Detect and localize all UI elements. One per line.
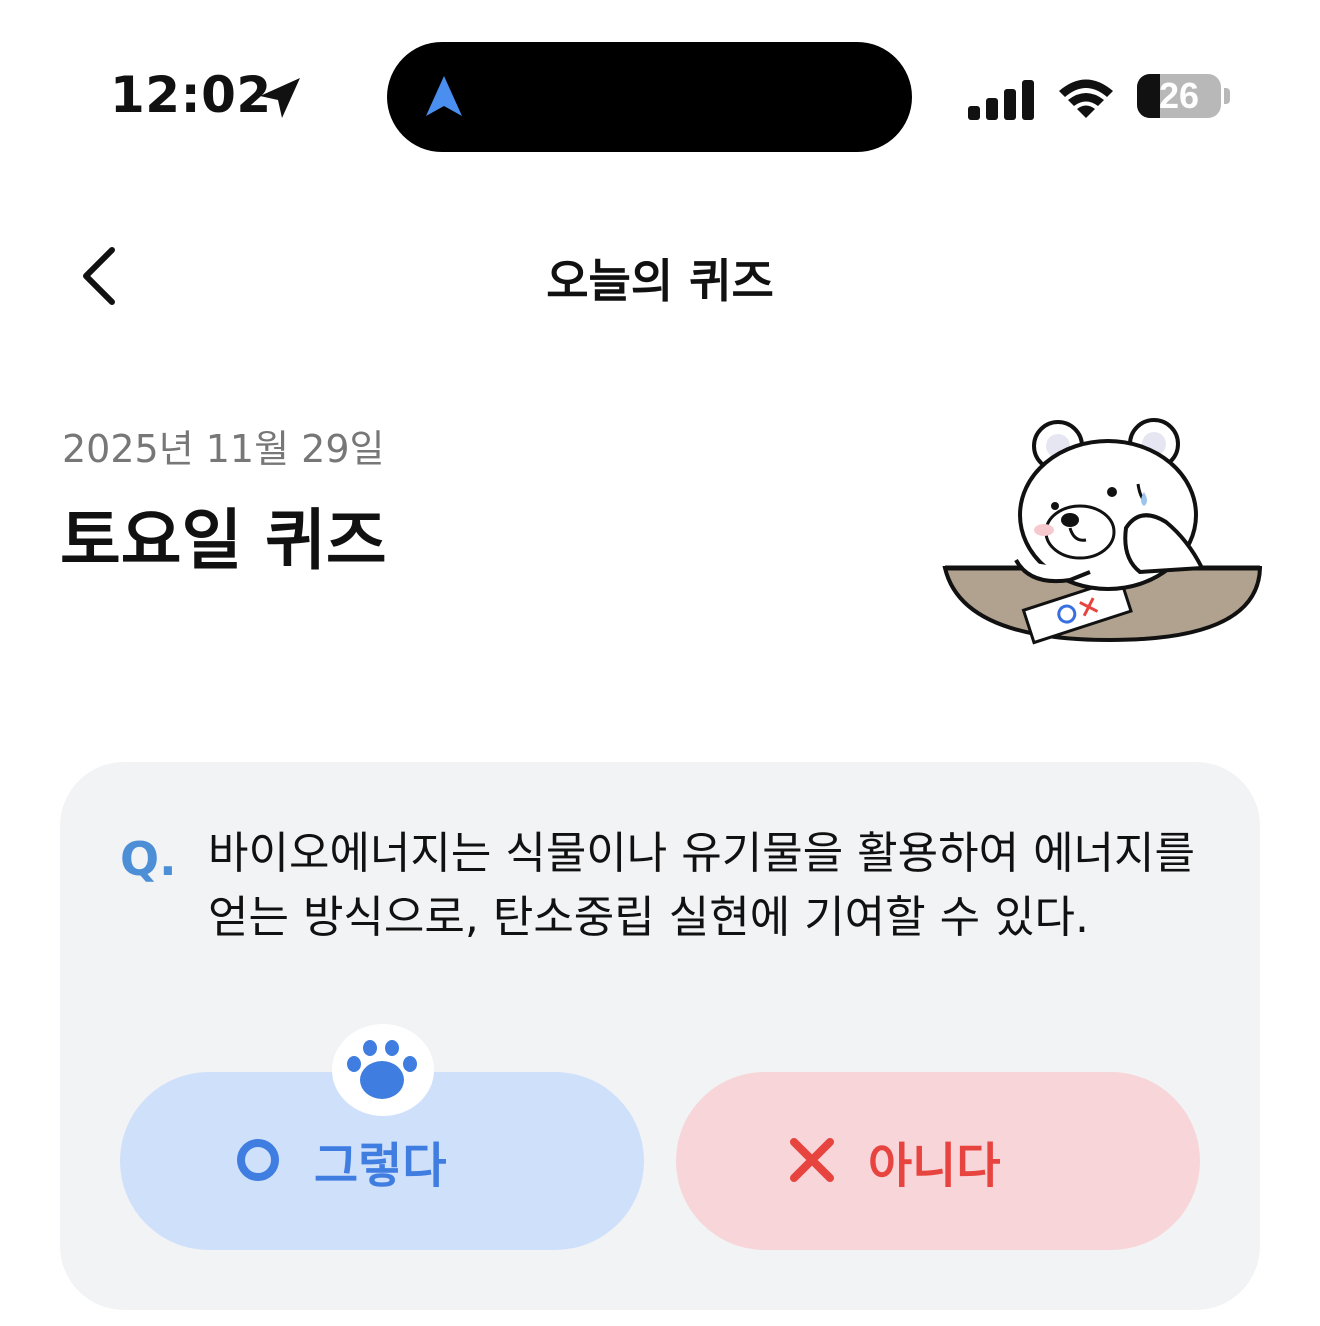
paw-icon xyxy=(332,1024,434,1116)
battery-icon: 26 xyxy=(1137,74,1221,118)
bear-illustration xyxy=(942,418,1263,645)
battery-percent: 26 xyxy=(1158,75,1200,116)
location-arrow-icon xyxy=(260,78,300,118)
status-time: 12:02 xyxy=(110,66,272,124)
circle-o-icon xyxy=(237,1139,279,1181)
page-title: 오늘의 퀴즈 xyxy=(546,254,774,308)
signal-icon xyxy=(968,80,1034,120)
battery-cap xyxy=(1224,88,1230,104)
navigation-icon xyxy=(426,76,462,116)
wifi-icon xyxy=(1059,79,1113,118)
answer-yes-label: 그렇다 xyxy=(314,1138,447,1194)
quiz-date: 2025년 11월 29일 xyxy=(62,427,385,471)
answer-no-label: 아니다 xyxy=(868,1138,1001,1194)
question-text: 바이오에너지는 식물이나 유기물을 활용하여 에너지를 얻는 방식으로, 탄소중… xyxy=(208,828,1195,943)
quiz-title: 토요일 퀴즈 xyxy=(60,502,387,579)
x-mark-icon xyxy=(790,1138,834,1182)
question-mark-label: Q. xyxy=(120,832,177,886)
answer-no-button[interactable]: 아니다 xyxy=(676,1072,1200,1250)
